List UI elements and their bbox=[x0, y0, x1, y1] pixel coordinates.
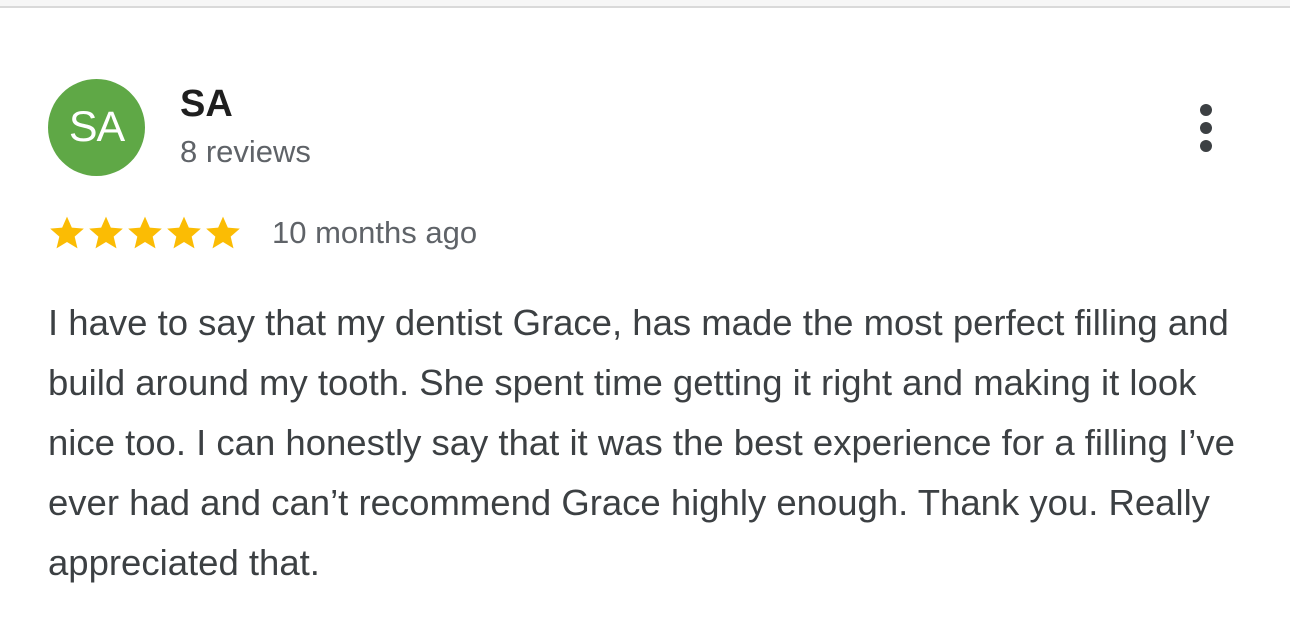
more-vertical-icon-dot bbox=[1200, 140, 1212, 152]
more-options-button[interactable] bbox=[1184, 98, 1228, 158]
star-icon bbox=[47, 213, 87, 253]
star-icon bbox=[86, 213, 126, 253]
reviewer-name[interactable]: SA bbox=[180, 82, 233, 126]
star-icon bbox=[125, 213, 165, 253]
avatar[interactable]: SA bbox=[48, 79, 145, 176]
more-vertical-icon-dot bbox=[1200, 122, 1212, 134]
rating-row: 10 months ago bbox=[47, 210, 477, 256]
top-divider bbox=[0, 0, 1290, 8]
review-text: I have to say that my dentist Grace, has… bbox=[48, 302, 1235, 583]
star-rating bbox=[47, 213, 242, 253]
star-icon bbox=[203, 213, 243, 253]
review-date: 10 months ago bbox=[272, 215, 478, 250]
avatar-initials: SA bbox=[68, 103, 125, 151]
star-icon bbox=[164, 213, 204, 253]
reviewer-review-count[interactable]: 8 reviews bbox=[180, 132, 311, 172]
more-vertical-icon bbox=[1200, 104, 1212, 116]
